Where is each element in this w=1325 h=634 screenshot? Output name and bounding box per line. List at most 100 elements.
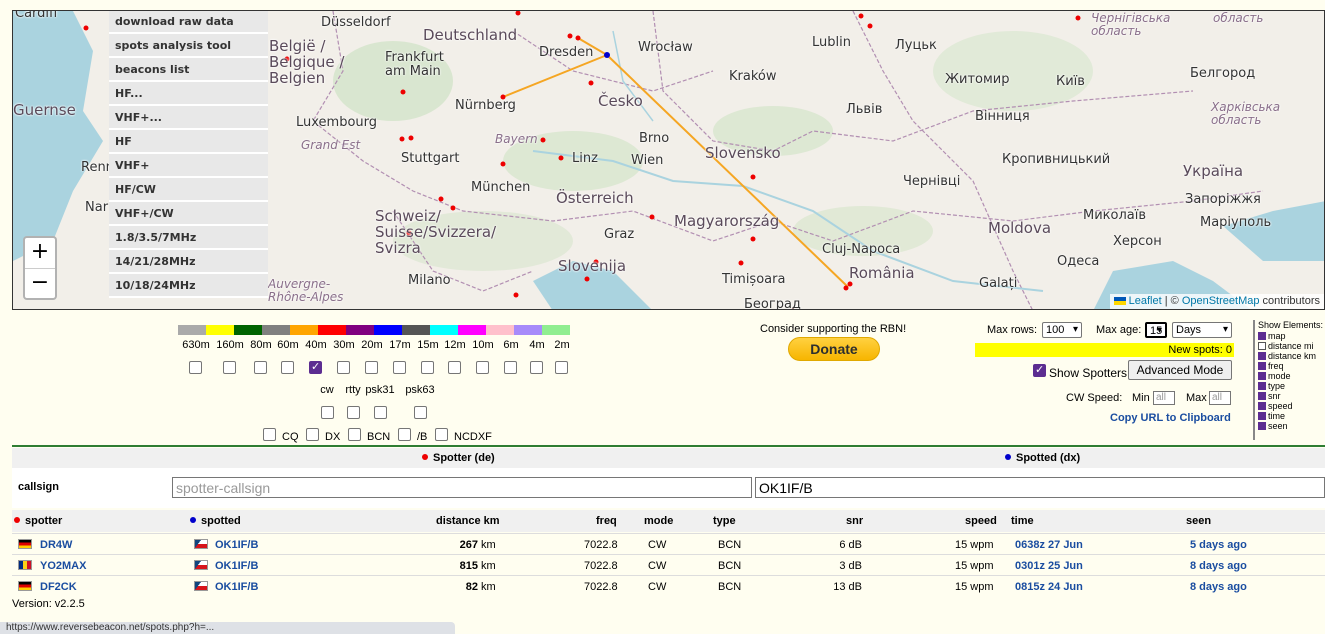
show-element-row[interactable]: map	[1258, 331, 1325, 341]
col-freq[interactable]: freq	[596, 515, 617, 527]
show-element-row[interactable]: mode	[1258, 371, 1325, 381]
show-spotters-checkbox[interactable]	[1033, 363, 1046, 377]
type-checkbox[interactable]	[263, 428, 276, 441]
leaflet-link[interactable]: Leaflet	[1129, 295, 1162, 307]
map-menu-item[interactable]: beacons list	[109, 58, 268, 82]
show-element-checkbox[interactable]	[1258, 412, 1266, 420]
map-menu-item[interactable]: HF	[109, 130, 268, 154]
type-checkbox[interactable]	[306, 428, 319, 441]
col-spotter[interactable]: spotter	[14, 515, 62, 527]
col-time[interactable]: time	[1011, 515, 1034, 527]
band-checkbox[interactable]	[555, 361, 568, 374]
show-element-checkbox[interactable]	[1258, 332, 1266, 340]
show-element-checkbox[interactable]	[1258, 392, 1266, 400]
band-label: 2m	[554, 339, 570, 351]
show-element-checkbox[interactable]	[1258, 362, 1266, 370]
band-checkbox[interactable]	[504, 361, 517, 374]
time-link[interactable]: 0815z 24 Jun	[1015, 581, 1083, 593]
map-menu-item[interactable]: HF...	[109, 82, 268, 106]
cw-speed-min-input[interactable]: all	[1153, 391, 1175, 405]
col-spotted[interactable]: spotted	[190, 515, 241, 527]
mode-checkbox[interactable]	[321, 406, 334, 419]
callsign-filter-row: callsign spotter-callsign OK1IF/B	[12, 468, 1325, 508]
seen-link[interactable]: 8 days ago	[1190, 560, 1247, 572]
band-checkbox[interactable]	[309, 360, 322, 374]
max-age-unit-select[interactable]: Days	[1172, 322, 1232, 338]
map-menu-item[interactable]: spots analysis tool	[109, 34, 268, 58]
show-element-row[interactable]: distance km	[1258, 351, 1325, 361]
spotted-callsign-link[interactable]: OK1IF/B	[215, 539, 258, 551]
spotted-callsign-input[interactable]: OK1IF/B	[755, 477, 1325, 498]
show-element-checkbox[interactable]	[1258, 422, 1266, 430]
show-element-row[interactable]: type	[1258, 381, 1325, 391]
spotter-callsign-link[interactable]: DR4W	[40, 539, 72, 551]
mode-checkbox[interactable]	[347, 406, 360, 419]
band-checkbox[interactable]	[281, 361, 294, 374]
cw-speed-max-input[interactable]: all	[1209, 391, 1231, 405]
band-checkbox[interactable]	[421, 361, 434, 374]
max-rows-select[interactable]: 100	[1042, 322, 1082, 338]
map-menu-item[interactable]: VHF+	[109, 154, 268, 178]
show-element-checkbox[interactable]	[1258, 382, 1266, 390]
show-element-row[interactable]: speed	[1258, 401, 1325, 411]
max-age-input[interactable]: 15	[1145, 322, 1167, 338]
show-element-row[interactable]: freq	[1258, 361, 1325, 371]
map-menu-item[interactable]: VHF+/CW	[109, 202, 268, 226]
col-mode[interactable]: mode	[644, 515, 673, 527]
show-element-checkbox[interactable]	[1258, 352, 1266, 360]
spotted-callsign-link[interactable]: OK1IF/B	[215, 581, 258, 593]
show-element-checkbox[interactable]	[1258, 372, 1266, 380]
mode-checkbox[interactable]	[414, 406, 427, 419]
type-cell: BCN	[718, 581, 742, 593]
band-checkbox[interactable]	[393, 361, 406, 374]
show-element-row[interactable]: time	[1258, 411, 1325, 421]
advanced-mode-button[interactable]: Advanced Mode	[1128, 360, 1232, 380]
map-menu-item[interactable]: 14/21/28MHz	[109, 250, 268, 274]
col-distance[interactable]: distance km	[436, 515, 500, 527]
col-snr[interactable]: snr	[846, 515, 863, 527]
band-checkbox[interactable]	[337, 361, 350, 374]
ukraine-flag-icon	[1113, 297, 1126, 305]
spots-map[interactable]: Cardiff Düsseldorf Deutschland België / …	[12, 10, 1325, 310]
zoom-in-button[interactable]: +	[25, 238, 55, 268]
type-checkbox[interactable]	[398, 428, 411, 441]
type-checkbox[interactable]	[348, 428, 361, 441]
col-speed[interactable]: speed	[965, 515, 997, 527]
seen-link[interactable]: 5 days ago	[1190, 539, 1247, 551]
band-checkbox[interactable]	[223, 361, 236, 374]
band-checkbox[interactable]	[530, 361, 543, 374]
spotter-callsign-link[interactable]: DF2CK	[40, 581, 77, 593]
spotter-callsign-link[interactable]: YO2MAX	[40, 560, 86, 572]
osm-link[interactable]: OpenStreetMap	[1182, 295, 1260, 307]
col-type[interactable]: type	[713, 515, 736, 527]
band-checkbox[interactable]	[189, 361, 202, 374]
copy-url-link[interactable]: Copy URL to Clipboard	[1110, 412, 1231, 424]
time-link[interactable]: 0301z 25 Jun	[1015, 560, 1083, 572]
map-menu-item[interactable]: VHF+...	[109, 106, 268, 130]
map-label: Житомир	[945, 72, 1010, 87]
cw-speed-label: CW Speed:	[1066, 392, 1123, 404]
band-checkbox[interactable]	[254, 361, 267, 374]
type-checkbox[interactable]	[435, 428, 448, 441]
band-checkbox[interactable]	[365, 361, 378, 374]
seen-link[interactable]: 8 days ago	[1190, 581, 1247, 593]
show-element-row[interactable]: snr	[1258, 391, 1325, 401]
band-checkbox[interactable]	[476, 361, 489, 374]
spotted-callsign-link[interactable]: OK1IF/B	[215, 560, 258, 572]
map-menu-item[interactable]: 1.8/3.5/7MHz	[109, 226, 268, 250]
spotter-callsign-input[interactable]: spotter-callsign	[172, 477, 752, 498]
donate-button[interactable]: Donate	[788, 337, 880, 361]
show-element-checkbox[interactable]	[1258, 342, 1266, 350]
map-menu-item[interactable]: download raw data	[109, 11, 268, 34]
map-menu-item[interactable]: HF/CW	[109, 178, 268, 202]
attribution-separator: | ©	[1161, 295, 1182, 307]
col-seen[interactable]: seen	[1186, 515, 1211, 527]
map-menu-item[interactable]: 10/18/24MHz	[109, 274, 268, 298]
band-checkbox[interactable]	[448, 361, 461, 374]
mode-checkbox[interactable]	[374, 406, 387, 419]
show-element-checkbox[interactable]	[1258, 402, 1266, 410]
show-element-row[interactable]: distance mi	[1258, 341, 1325, 351]
show-element-row[interactable]: seen	[1258, 421, 1325, 431]
zoom-out-button[interactable]: −	[25, 268, 55, 298]
time-link[interactable]: 0638z 27 Jun	[1015, 539, 1083, 551]
